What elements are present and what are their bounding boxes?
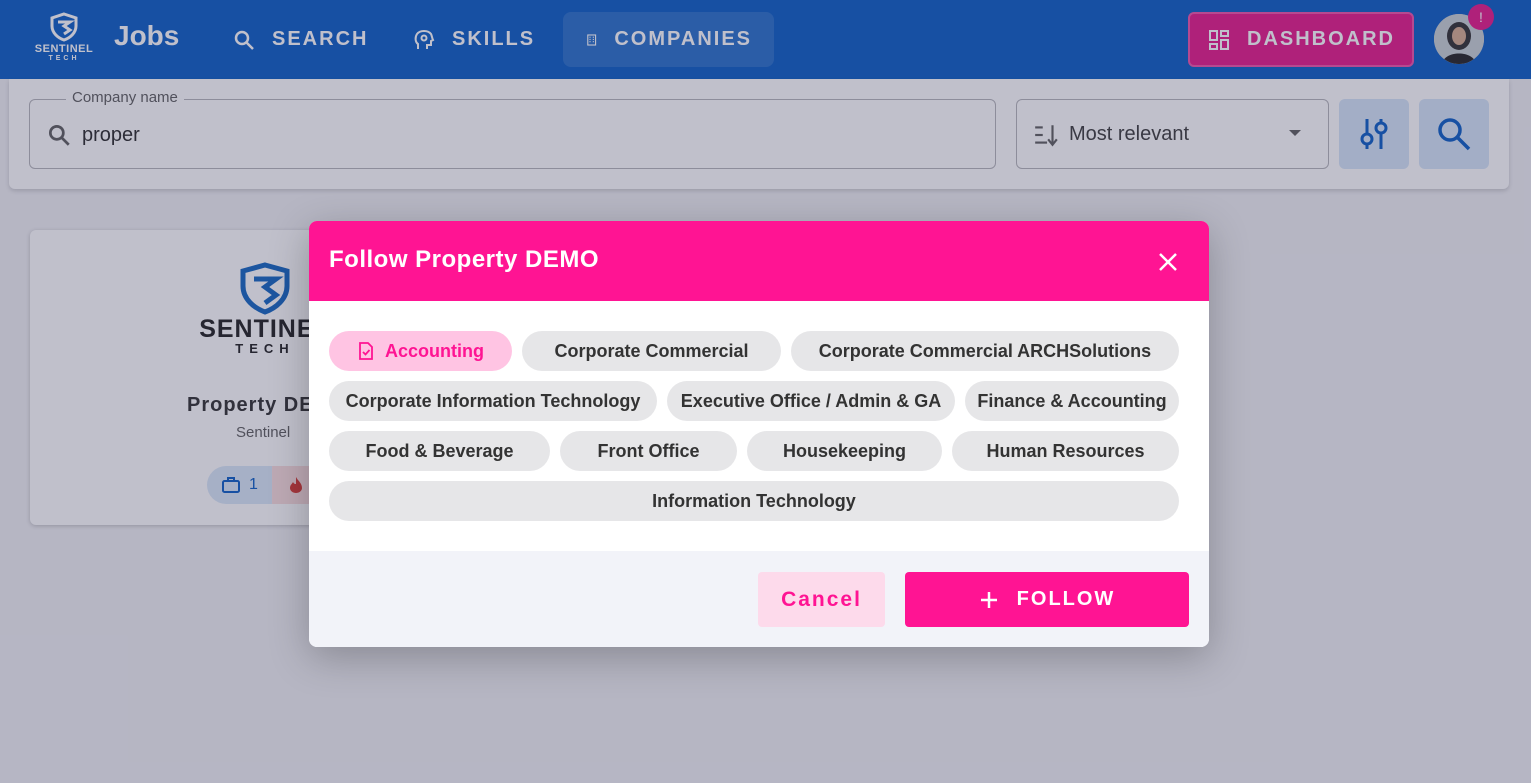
- chip-label: Food & Beverage: [365, 440, 514, 461]
- chip-label: Accounting: [385, 340, 484, 361]
- close-icon[interactable]: [1155, 249, 1181, 275]
- chip-corporate-commercial-archsolutions[interactable]: Corporate Commercial ARCHSolutions: [791, 331, 1179, 371]
- chip-label: Corporate Information Technology: [345, 390, 641, 411]
- chip-information-technology[interactable]: Information Technology: [329, 481, 1179, 521]
- follow-button[interactable]: FOLLOW: [905, 572, 1189, 627]
- chip-food-beverage[interactable]: Food & Beverage: [329, 431, 550, 471]
- chip-label: Executive Office / Admin & GA: [680, 390, 942, 411]
- chip-human-resources[interactable]: Human Resources: [952, 431, 1179, 471]
- modal-title: Follow Property DEMO: [329, 246, 600, 273]
- chip-executive-office[interactable]: Executive Office / Admin & GA: [667, 381, 955, 421]
- chip-label: Corporate Commercial: [554, 340, 749, 361]
- modal-footer: Cancel FOLLOW: [309, 551, 1209, 647]
- chip-label: Information Technology: [652, 490, 856, 511]
- document-check-icon: [359, 342, 373, 360]
- follow-modal: Follow Property DEMO Accounting Corporat…: [309, 221, 1209, 647]
- chip-corporate-commercial[interactable]: Corporate Commercial: [522, 331, 781, 371]
- chip-housekeeping[interactable]: Housekeeping: [747, 431, 942, 471]
- plus-icon: [980, 591, 997, 608]
- chip-label: Housekeeping: [782, 440, 907, 461]
- chip-accounting[interactable]: Accounting: [329, 331, 512, 371]
- chip-label: Front Office: [597, 440, 700, 461]
- chip-label: Corporate Commercial ARCHSolutions: [818, 340, 1152, 361]
- follow-label: FOLLOW: [1016, 588, 1116, 610]
- chip-label: Human Resources: [986, 440, 1145, 461]
- chip-label: Finance & Accounting: [977, 390, 1167, 411]
- chip-finance-accounting[interactable]: Finance & Accounting: [965, 381, 1179, 421]
- modal-header: Follow Property DEMO: [309, 221, 1209, 301]
- chip-corporate-information-technology[interactable]: Corporate Information Technology: [329, 381, 657, 421]
- chip-front-office[interactable]: Front Office: [560, 431, 737, 471]
- cancel-button[interactable]: Cancel: [758, 572, 885, 627]
